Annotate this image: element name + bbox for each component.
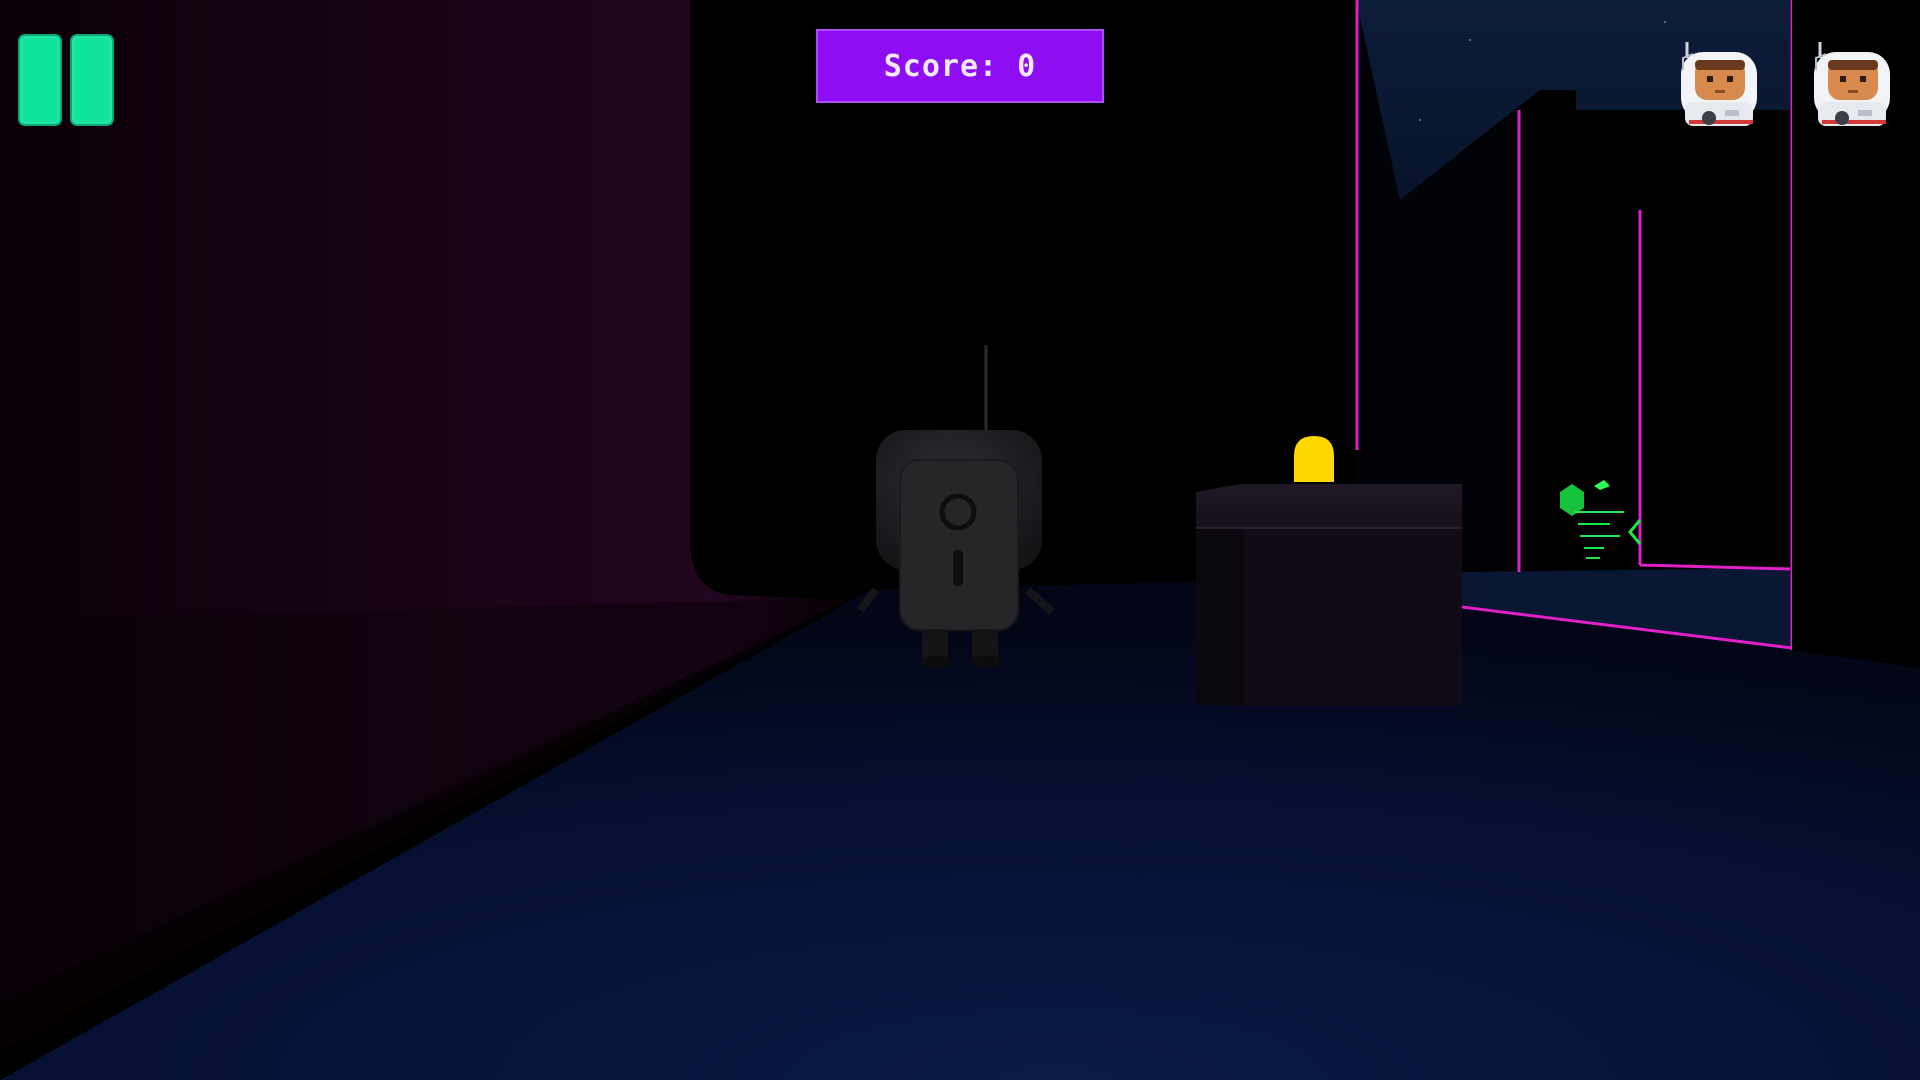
astronaut-icon	[1814, 42, 1890, 126]
game-viewport[interactable]: Score: 0	[0, 0, 1920, 1080]
pause-button[interactable]	[18, 34, 116, 128]
astronaut-icon	[1681, 42, 1757, 126]
pause-icon-bar-right	[70, 34, 114, 126]
lives-indicator	[1660, 40, 1920, 140]
yellow-beacon	[1294, 436, 1334, 482]
game-scene	[0, 0, 1920, 1080]
score-label: Score: 0	[883, 48, 1037, 84]
pause-icon-bar-left	[18, 34, 62, 126]
score-display: Score: 0	[816, 29, 1104, 103]
